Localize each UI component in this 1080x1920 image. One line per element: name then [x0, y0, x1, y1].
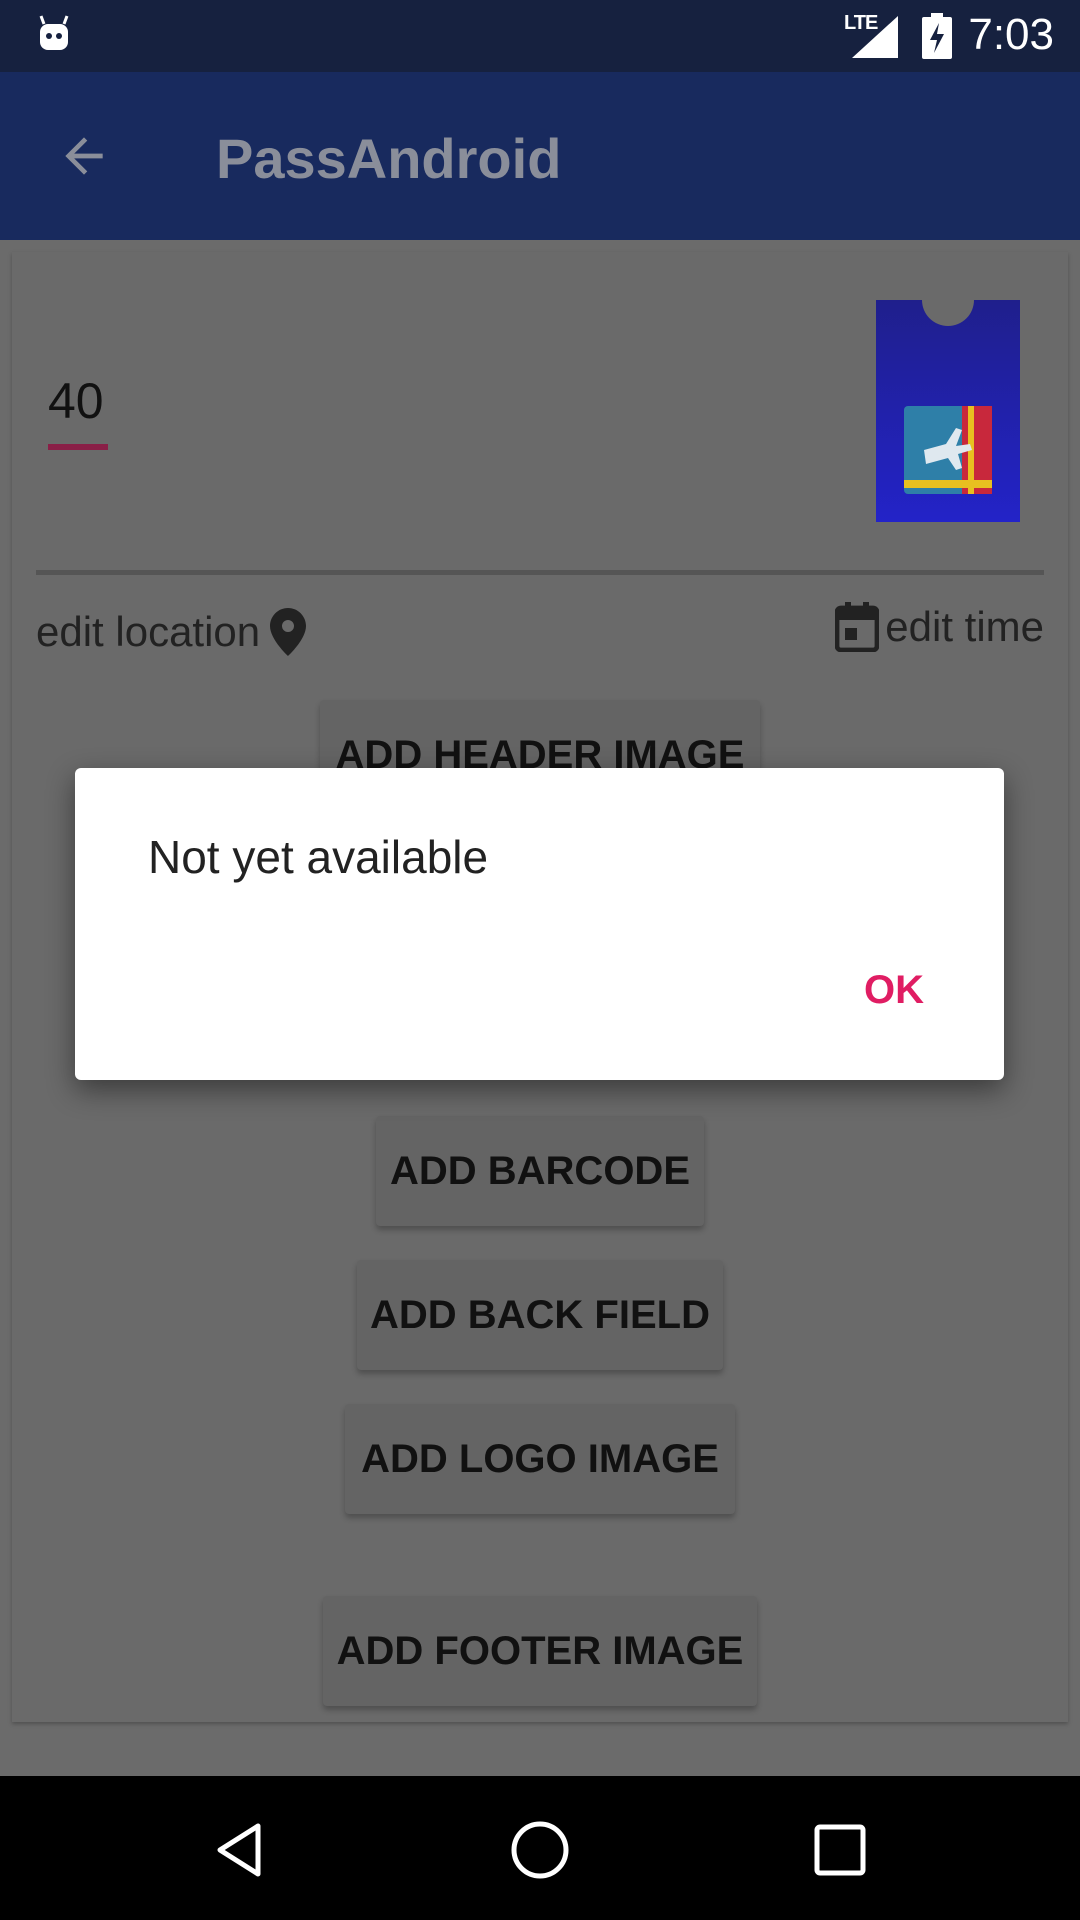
- add-logo-image-button[interactable]: ADD LOGO IMAGE: [345, 1404, 735, 1514]
- back-triangle-icon: [217, 1823, 261, 1877]
- edit-time-label: edit time: [885, 603, 1044, 650]
- recents-square-icon: [814, 1824, 866, 1876]
- app-bar: PassAndroid: [0, 72, 1080, 240]
- status-bar: LTE 7:03: [0, 0, 1080, 72]
- value-field[interactable]: 40: [48, 372, 108, 430]
- app-title: PassAndroid: [216, 127, 562, 190]
- calendar-icon: [835, 602, 880, 652]
- dialog-message: Not yet available: [148, 831, 489, 883]
- edit-location-link[interactable]: edit location: [36, 608, 307, 656]
- edit-location-label: edit location: [36, 608, 261, 655]
- add-barcode-button[interactable]: ADD BARCODE: [376, 1116, 704, 1226]
- add-back-field-button[interactable]: ADD BACK FIELD: [357, 1260, 723, 1370]
- edit-time-link[interactable]: edit time: [835, 602, 1044, 652]
- value-field-underline: [48, 444, 108, 450]
- home-circle-icon: [511, 1821, 569, 1879]
- divider: [36, 570, 1044, 575]
- add-footer-image-button[interactable]: ADD FOOTER IMAGE: [323, 1596, 757, 1706]
- nav-recents-button[interactable]: [800, 1810, 880, 1890]
- android-app-icon: [39, 15, 69, 50]
- signal-icon: [852, 16, 898, 58]
- status-time: 7:03: [968, 10, 1054, 59]
- battery-charging-icon: [922, 13, 952, 59]
- location-pin-icon: [270, 608, 307, 656]
- ok-button[interactable]: OK: [864, 968, 924, 1013]
- navigation-bar: [0, 1776, 1080, 1920]
- arrow-back-icon: [65, 137, 103, 175]
- back-button[interactable]: [40, 112, 128, 200]
- alert-dialog: Not yet available OK: [75, 768, 1004, 1080]
- nav-home-button[interactable]: [500, 1810, 580, 1890]
- nav-back-button[interactable]: [200, 1810, 280, 1890]
- pass-thumbnail-image[interactable]: [876, 300, 1020, 522]
